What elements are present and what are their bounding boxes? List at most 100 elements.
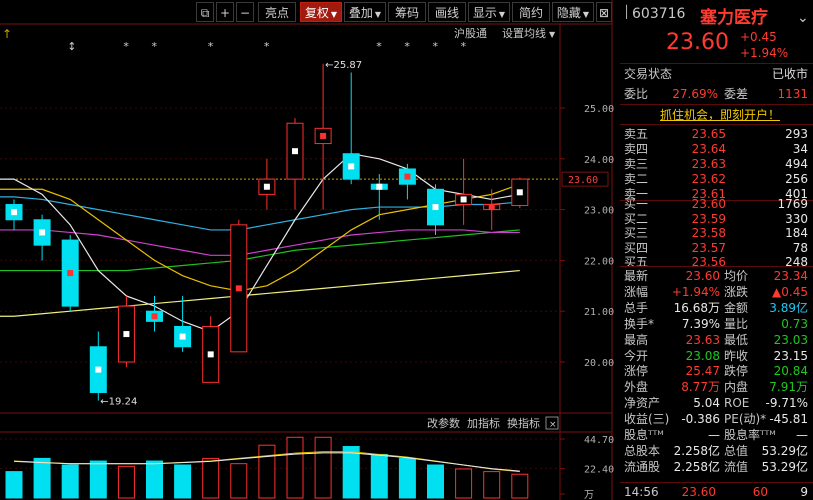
stat-row: 净资产 5.04 ROE -9.71%	[624, 396, 808, 411]
candle-marker	[516, 189, 523, 196]
event-star-icon[interactable]: *	[404, 40, 410, 53]
current-price: 23.60	[666, 30, 729, 55]
y-tick-label: 21.00	[584, 307, 614, 318]
candle-marker	[376, 183, 383, 190]
high-annotation: ←25.87	[325, 60, 362, 71]
volume-bar	[511, 473, 529, 499]
stat-row: 今开 23.08 昨收 23.15	[624, 348, 808, 363]
candle-marker	[95, 366, 102, 373]
volume-bar	[202, 457, 220, 499]
stat-row: 流通股 2.258亿 流值 53.29亿	[624, 459, 808, 474]
volume-bar	[117, 465, 135, 499]
stat-row: 涨停 25.47 跌停 20.84	[624, 364, 808, 379]
volume-bar	[5, 471, 23, 499]
volume-bar	[33, 457, 51, 499]
divider	[620, 124, 813, 125]
candle-marker	[320, 132, 327, 139]
stat-row: 最高 23.63 最低 23.03	[624, 332, 808, 347]
candle-marker	[460, 196, 467, 203]
event-star-icon[interactable]: *	[433, 40, 439, 53]
volume-bar	[455, 468, 473, 499]
low-annotation: ←19.24	[100, 397, 137, 408]
grid-lines	[0, 107, 560, 363]
volume-bar	[342, 446, 360, 499]
y-tick-label: 25.00	[584, 104, 614, 115]
candle-marker	[292, 148, 298, 155]
stock-code: 603716	[632, 6, 686, 22]
event-star-icon[interactable]: *	[461, 40, 467, 53]
stat-row: 涨幅 +1.94% 涨跌 ▲0.45	[624, 284, 808, 299]
arrow-icon: │	[623, 5, 631, 19]
event-star-icon[interactable]: *	[264, 40, 270, 53]
volume-bar	[174, 464, 192, 499]
volume-bar	[258, 444, 276, 499]
status-row: 交易状态 已收市	[624, 67, 808, 81]
set-ma-link[interactable]: 设置均线	[502, 26, 546, 40]
price-change: +0.45	[740, 30, 777, 44]
divider	[620, 266, 813, 267]
volume-bar	[314, 436, 332, 499]
price-change-pct: +1.94%	[740, 46, 789, 60]
candle-marker	[404, 173, 411, 180]
vol-tick-label: 万	[584, 490, 594, 500]
volume-chart: 44.70 22.40 万	[0, 435, 614, 500]
close-icon: ×	[549, 420, 557, 430]
sell-row[interactable]: 卖三 23.63 494	[624, 156, 810, 172]
candle-marker	[151, 313, 158, 320]
vol-tick-label: 44.70	[584, 435, 614, 446]
promo-link[interactable]: 抓住机会，即刻开户！	[660, 106, 780, 123]
stat-row: 总手 16.68万 金额 3.89亿	[624, 300, 808, 315]
event-star-icon[interactable]: *	[376, 40, 382, 53]
sell-row[interactable]: 卖五 23.65 293	[624, 126, 810, 142]
event-star-icon[interactable]: *	[208, 40, 214, 53]
webi-row: 委比 27.69% 委差 1131	[624, 87, 808, 101]
tick-row: 14:56 23.60 60 9	[624, 485, 808, 499]
switch-indicator-link[interactable]: 换指标	[507, 416, 540, 430]
candle-marker	[263, 183, 270, 190]
candle-marker	[39, 229, 46, 236]
candle-marker	[348, 163, 355, 170]
y-tick-label: 23.00	[584, 206, 614, 217]
kline-chart[interactable]: 25.00 24.00 23.00 22.00 21.00 20.00 23.60 ←25.…	[0, 0, 616, 500]
volume-bar	[427, 464, 444, 499]
expand-icon[interactable]: ⌄	[797, 10, 809, 26]
current-price-label: 23.60	[568, 175, 598, 186]
stat-row: 股息ᵀᵀᴹ — 股息率ᵀᵀᴹ —	[624, 428, 808, 442]
volume-bar	[370, 453, 388, 499]
y-tick-label: 22.00	[584, 256, 614, 267]
volume-bar	[89, 460, 107, 499]
event-star-icon[interactable]: *	[152, 40, 158, 53]
volume-bar	[286, 436, 304, 499]
candle-marker	[235, 285, 242, 292]
candle-marker	[123, 331, 130, 338]
y-tick-label: 24.00	[584, 155, 614, 166]
hk-connect-link[interactable]: 沪股通	[454, 26, 487, 40]
stat-row: 外盘 8.77万 内盘 7.91万	[624, 380, 808, 395]
dropdown-arrow-icon: ▼	[549, 30, 556, 39]
candle-marker	[11, 209, 17, 216]
event-markers: ↕ * * * * * * * *	[67, 40, 466, 53]
candle-marker	[488, 204, 495, 211]
volume-bar	[483, 471, 501, 499]
sell-row[interactable]: 卖四 23.64 34	[624, 141, 810, 157]
divider	[620, 63, 813, 64]
sell-row[interactable]: 卖二 23.62 256	[624, 171, 810, 187]
candle-marker	[179, 333, 186, 340]
up-arrow-icon: ↑	[2, 27, 12, 41]
event-star-icon[interactable]: *	[123, 40, 129, 53]
stat-row: 换手* 7.39% 量比 0.73	[624, 316, 808, 331]
volume-bar	[146, 460, 163, 499]
y-tick-label: 20.00	[584, 358, 614, 369]
volume-bar	[398, 457, 416, 499]
stat-row: 总股本 2.258亿 总值 53.29亿	[624, 443, 808, 458]
add-indicator-link[interactable]: 加指标	[467, 416, 500, 430]
stock-name: 塞力医疗	[700, 8, 768, 28]
divider	[620, 482, 813, 483]
edit-params-link[interactable]: 改参数	[427, 416, 460, 430]
vol-tick-label: 22.40	[584, 464, 614, 475]
event-star-icon[interactable]: ↕	[67, 40, 76, 53]
divider	[620, 104, 813, 105]
y-axis: 25.00 24.00 23.00 22.00 21.00 20.00 23.60	[560, 104, 614, 369]
candle-marker	[432, 204, 439, 211]
volume-bar	[61, 464, 79, 499]
